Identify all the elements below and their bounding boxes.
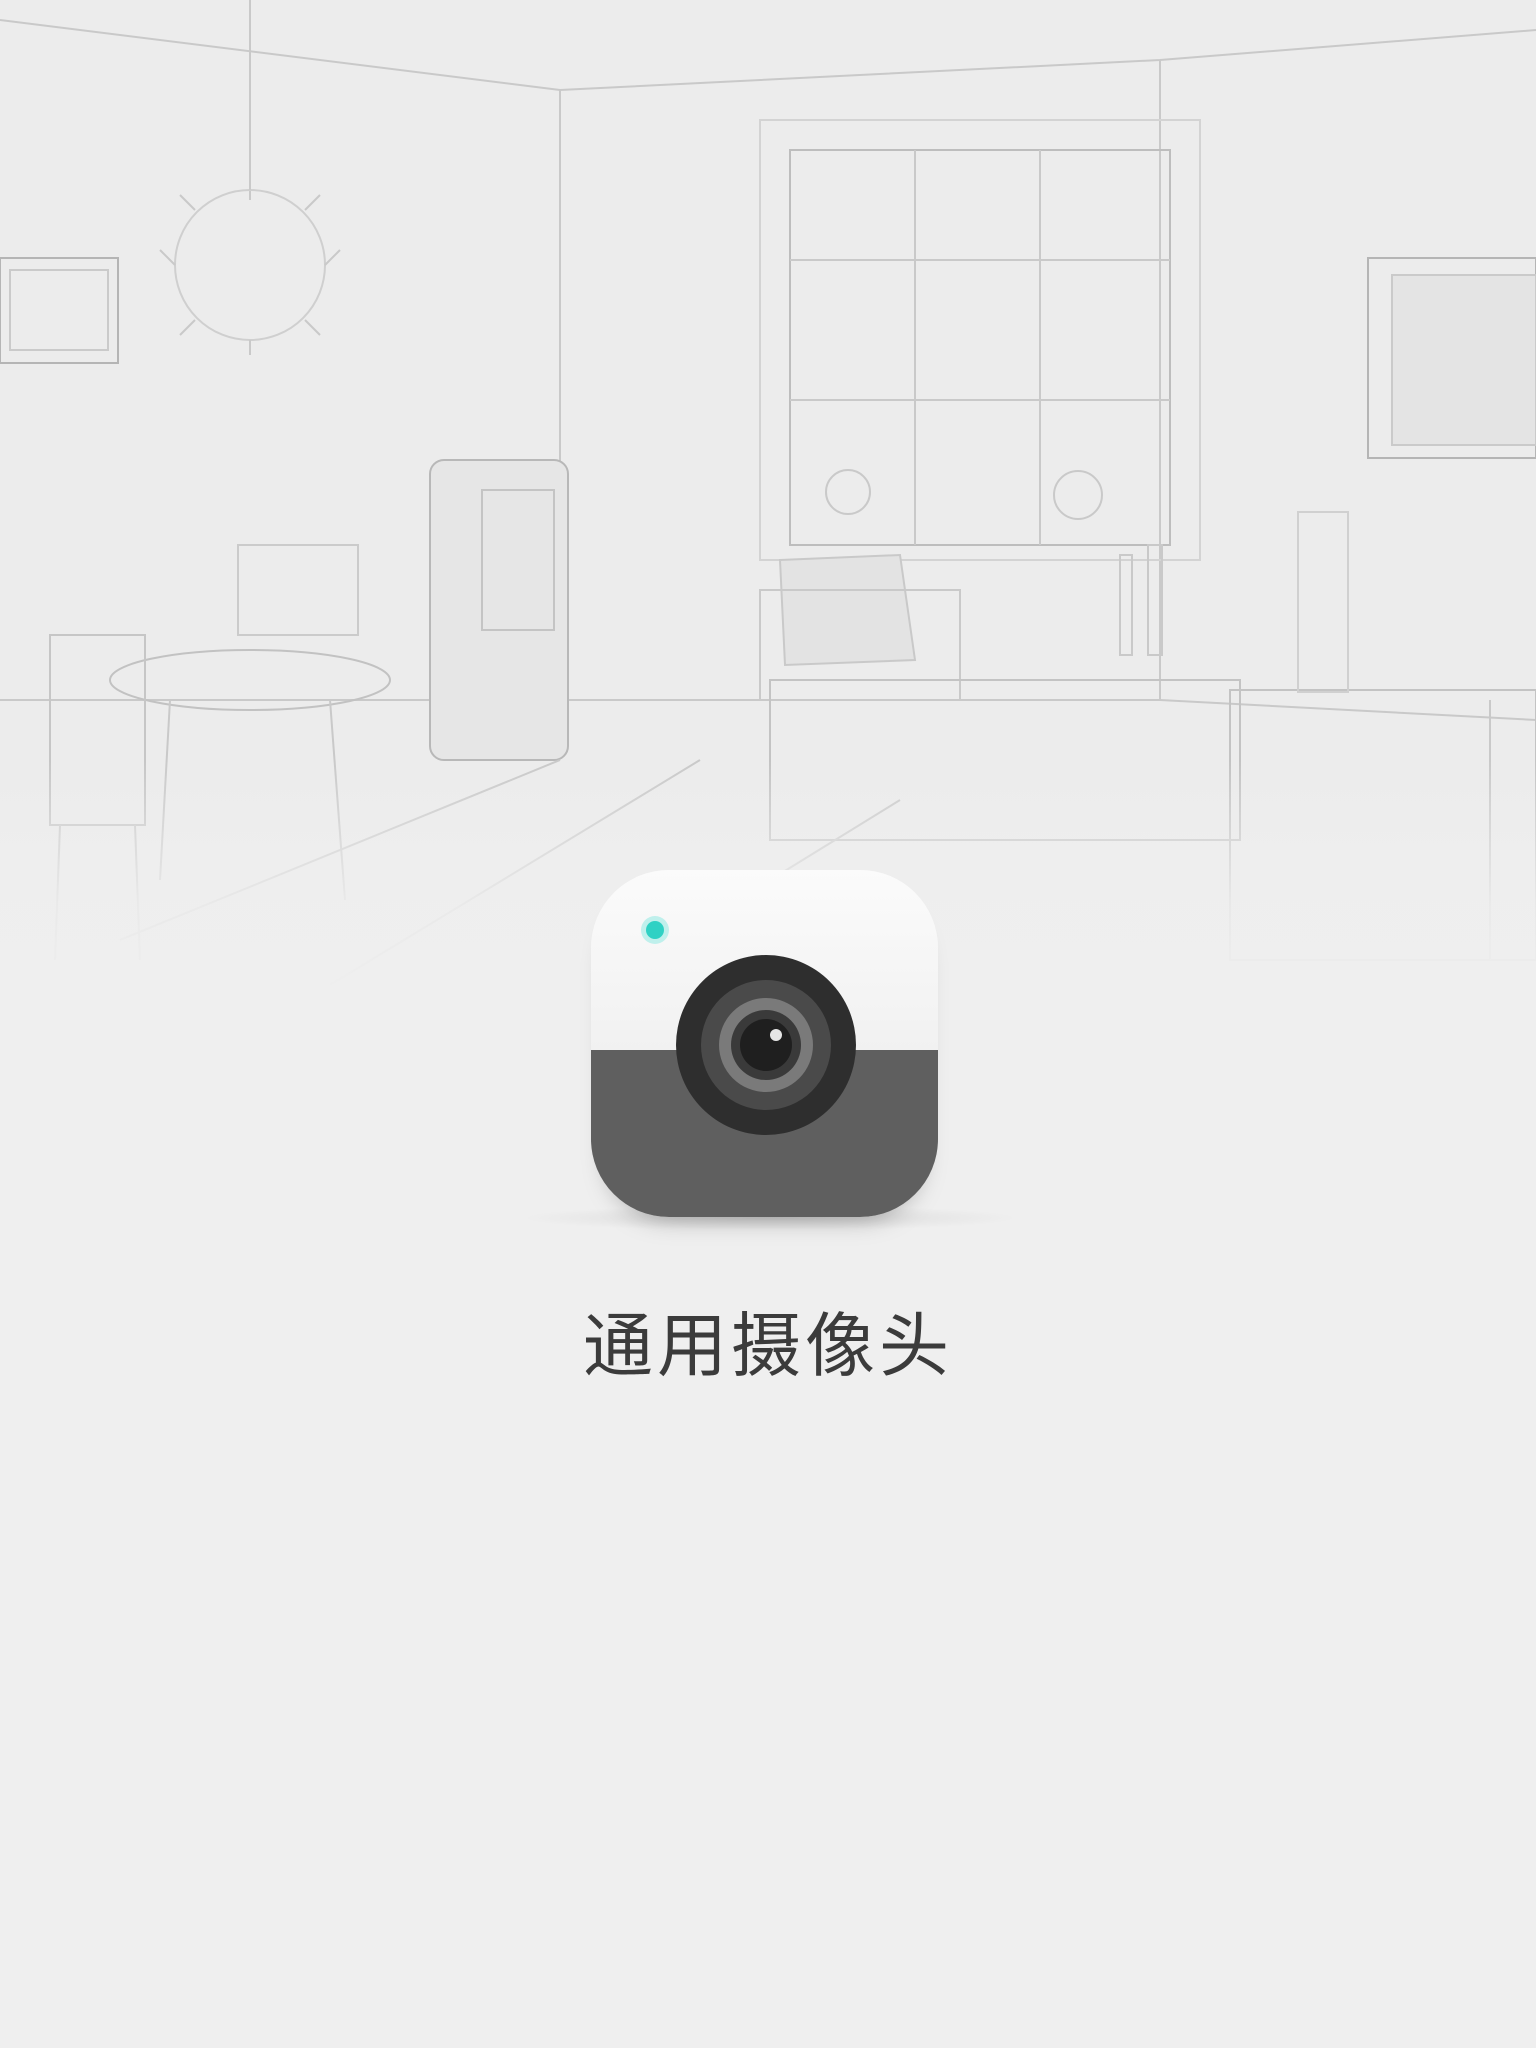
splash-screen: 通用摄像头	[0, 0, 1536, 2048]
app-title: 通用摄像头	[583, 1305, 953, 1387]
camera-icon	[591, 870, 938, 1217]
